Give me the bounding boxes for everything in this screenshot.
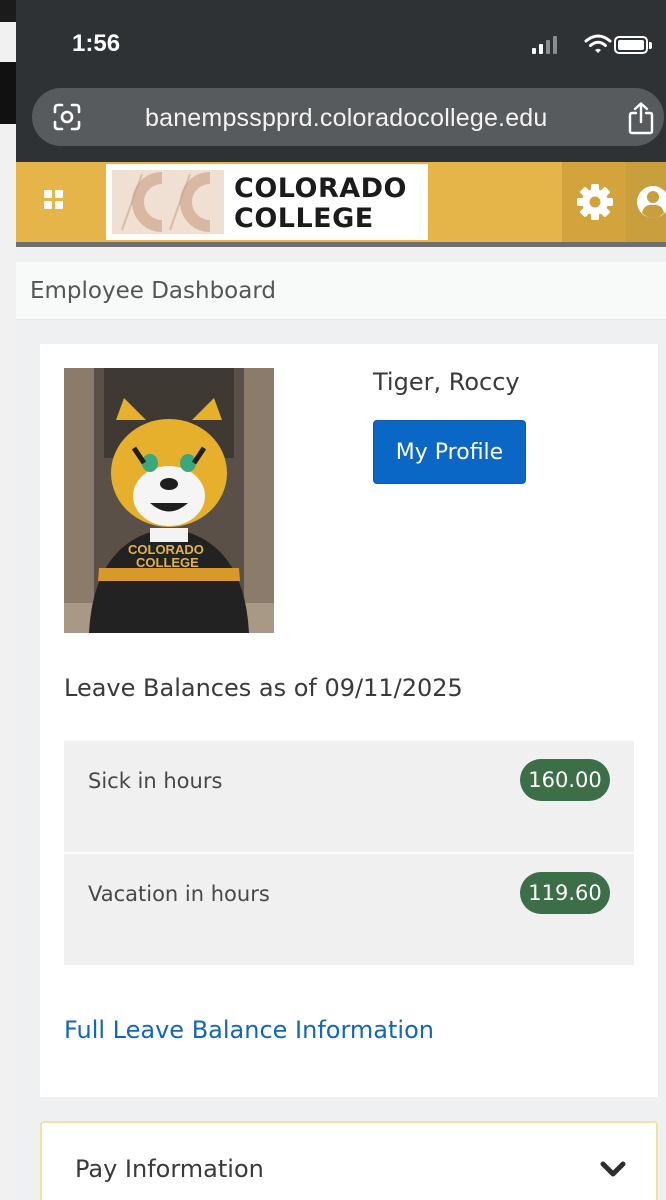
gear-icon [577, 184, 613, 220]
address-bar[interactable]: banempsspprd.coloradocollege.edu [32, 88, 664, 146]
leave-balances-heading: Leave Balances as of 09/11/2025 [64, 674, 463, 702]
page-title: Employee Dashboard [30, 278, 277, 304]
app-header: COLORADO COLLEGE [16, 162, 666, 242]
signal-icon [546, 40, 550, 54]
wifi-icon [584, 34, 612, 53]
share-icon[interactable] [626, 101, 656, 135]
pay-information-panel[interactable]: Pay Information [40, 1121, 658, 1200]
chevron-down-icon[interactable] [600, 1161, 626, 1179]
dashboard-card: COLORADO COLLEGE Tiger, Roccy My Profile… [40, 344, 658, 1097]
pay-information-title: Pay Information [75, 1155, 264, 1183]
visual-lookup-icon[interactable] [52, 102, 82, 132]
background-strip [0, 0, 16, 1200]
list-item: Vacation in hours 119.60 [64, 852, 634, 963]
jersey-text: COLLEGE [136, 555, 199, 570]
background-fragment [0, 62, 16, 124]
leave-label: Sick in hours [88, 769, 223, 793]
signal-icon [553, 36, 557, 54]
phone-screen: 1:56 banempsspprd.coloradocollege.edu CO… [16, 0, 666, 1200]
url-text[interactable]: banempsspprd.coloradocollege.edu [145, 104, 548, 133]
logo-mark [112, 170, 224, 234]
signal-icon [539, 44, 543, 54]
browser-toolbar: banempsspprd.coloradocollege.edu [16, 80, 666, 162]
status-icons [532, 33, 652, 57]
background-fragment [0, 0, 16, 22]
battery-icon [614, 36, 648, 54]
leave-value-badge: 119.60 [520, 872, 610, 914]
status-bar: 1:56 [16, 0, 666, 80]
logo-wordmark: COLORADO COLLEGE [234, 174, 407, 234]
user-icon [637, 186, 666, 218]
settings-button[interactable] [562, 162, 626, 242]
user-menu-button[interactable] [626, 162, 666, 242]
signal-icon [532, 48, 536, 54]
logo-line: COLLEGE [234, 203, 374, 234]
battery-tip [649, 42, 652, 49]
leave-value-badge: 160.00 [520, 759, 610, 801]
leave-label: Vacation in hours [88, 882, 270, 906]
breadcrumb: Employee Dashboard [16, 262, 666, 320]
status-time: 1:56 [72, 30, 121, 57]
leave-balances-list: Sick in hours 160.00 Vacation in hours 1… [64, 741, 634, 965]
full-leave-balance-link[interactable]: Full Leave Balance Information [64, 1016, 434, 1044]
header-divider [16, 242, 666, 247]
logo-line: COLORADO [234, 173, 408, 204]
employee-name: Tiger, Roccy [373, 368, 520, 396]
my-profile-button[interactable]: My Profile [373, 420, 526, 484]
profile-photo: COLORADO COLLEGE [64, 368, 274, 633]
college-logo[interactable]: COLORADO COLLEGE [106, 164, 428, 240]
list-item: Sick in hours 160.00 [64, 741, 634, 852]
grid-icon[interactable] [42, 188, 70, 216]
